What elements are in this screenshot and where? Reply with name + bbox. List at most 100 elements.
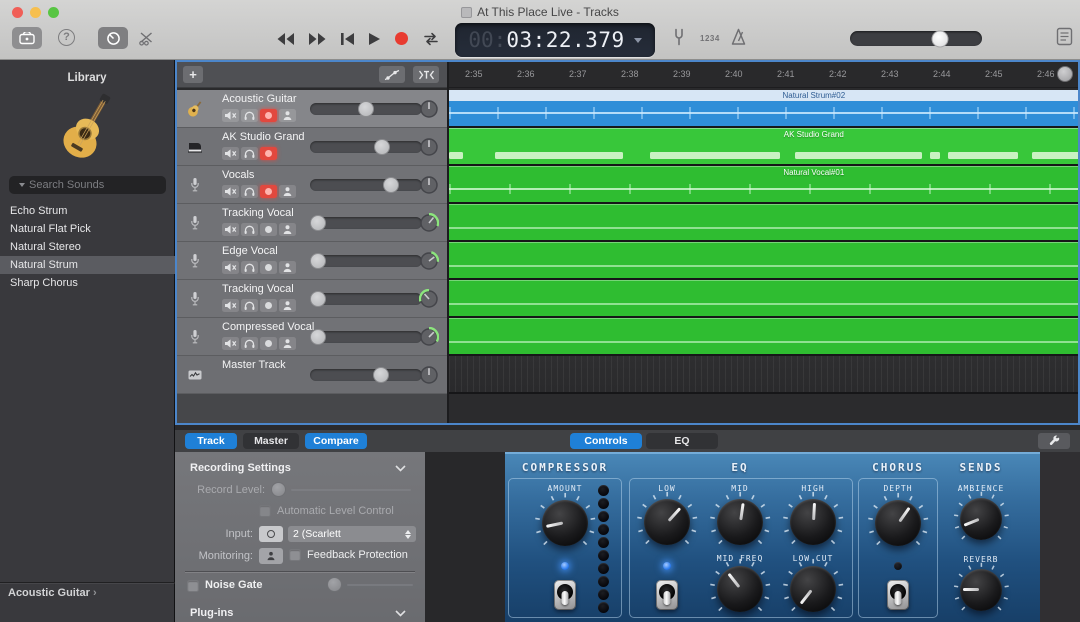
volume-slider[interactable] — [310, 179, 422, 191]
search-sounds-field[interactable] — [9, 176, 166, 194]
input-monitoring-button[interactable] — [279, 223, 296, 236]
lcd-chevron-down-icon[interactable] — [634, 38, 642, 43]
volume-slider[interactable] — [310, 217, 422, 229]
library-item[interactable]: Sharp Chorus — [0, 274, 175, 292]
library-item-selected[interactable]: Natural Strum — [0, 256, 175, 274]
region-natural-strum[interactable]: Natural Strum#02 — [447, 90, 1078, 128]
region-natural-vocal[interactable]: Natural Vocal#01 — [447, 166, 1078, 204]
ambience-knob[interactable] — [960, 498, 1002, 540]
volume-thumb[interactable] — [310, 253, 326, 269]
track-header-acoustic-guitar[interactable]: Acoustic Guitar — [177, 90, 447, 128]
track-header-edge-vocal[interactable]: Edge Vocal — [177, 242, 447, 280]
quick-help-button[interactable]: ? — [58, 29, 75, 46]
tab-compare[interactable]: Compare — [305, 433, 367, 449]
track-list-empty-area[interactable] — [177, 394, 447, 423]
record-enable-button[interactable] — [260, 261, 277, 274]
volume-thumb[interactable] — [310, 329, 326, 345]
noise-gate-track[interactable] — [347, 584, 413, 586]
master-volume-thumb[interactable] — [931, 30, 948, 47]
record-button[interactable] — [394, 31, 409, 46]
pan-knob[interactable] — [419, 251, 439, 271]
pan-knob[interactable] — [419, 365, 439, 385]
timeline-ruler[interactable]: 2:35 2:36 2:37 2:38 2:39 2:40 2:41 2:42 … — [449, 62, 1078, 88]
pan-knob[interactable] — [419, 327, 439, 347]
pan-knob[interactable] — [419, 289, 439, 309]
input-monitoring-button[interactable] — [279, 337, 296, 350]
record-level-knob[interactable] — [271, 482, 286, 497]
library-item[interactable]: Echo Strum — [0, 202, 175, 220]
input-monitoring-button[interactable] — [279, 261, 296, 274]
input-monitoring-button[interactable] — [279, 185, 296, 198]
low-cut-knob[interactable] — [790, 566, 836, 612]
automation-button[interactable] — [379, 66, 405, 83]
master-track-lane[interactable] — [447, 356, 1078, 394]
track-header-compressed-vocal[interactable]: Compressed Vocal — [177, 318, 447, 356]
input-monitoring-button[interactable] — [279, 109, 296, 122]
solo-button[interactable] — [241, 185, 258, 198]
search-scope-chevron-icon[interactable] — [19, 183, 25, 187]
mute-button[interactable] — [222, 223, 239, 236]
smart-controls-button[interactable] — [98, 27, 128, 49]
pan-knob[interactable] — [419, 175, 439, 195]
editor-scissors-button[interactable] — [139, 31, 154, 46]
volume-thumb[interactable] — [358, 101, 374, 117]
volume-slider[interactable] — [310, 103, 422, 115]
mute-button[interactable] — [222, 109, 239, 122]
lcd-display[interactable]: 00: 03:22.379 — [455, 23, 655, 57]
chevron-down-icon[interactable] — [395, 465, 406, 472]
catch-playhead-button[interactable] — [413, 66, 439, 83]
track-header-vocals[interactable]: Vocals — [177, 166, 447, 204]
solo-button[interactable] — [241, 223, 258, 236]
region-edge-vocal[interactable] — [447, 242, 1078, 280]
eq-toggle-switch[interactable] — [656, 580, 678, 610]
record-enable-button[interactable] — [260, 337, 277, 350]
play-button[interactable] — [368, 32, 381, 46]
patch-breadcrumb[interactable]: Acoustic Guitar › — [8, 587, 97, 599]
record-enable-button[interactable] — [260, 223, 277, 236]
compressor-toggle-switch[interactable] — [554, 580, 576, 610]
count-in-button[interactable]: 1234 — [700, 34, 720, 43]
pan-knob[interactable] — [419, 213, 439, 233]
library-toggle-button[interactable] — [12, 27, 42, 49]
input-format-button[interactable] — [259, 526, 283, 542]
noise-gate-checkbox[interactable] — [187, 580, 199, 592]
volume-thumb[interactable] — [373, 367, 389, 383]
track-header-ak-studio-grand[interactable]: AK Studio Grand — [177, 128, 447, 166]
region-tracking-vocal-2[interactable] — [447, 280, 1078, 318]
solo-button[interactable] — [241, 261, 258, 274]
tab-controls[interactable]: Controls — [570, 433, 642, 449]
chevron-down-icon[interactable] — [395, 610, 406, 617]
record-enable-button[interactable] — [260, 185, 277, 198]
feedback-protection-checkbox[interactable] — [289, 549, 301, 561]
amount-knob[interactable] — [542, 500, 588, 546]
search-input[interactable] — [29, 179, 171, 191]
mute-button[interactable] — [222, 337, 239, 350]
track-header-tracking-vocal-2[interactable]: Tracking Vocal — [177, 280, 447, 318]
record-enable-button[interactable] — [260, 109, 277, 122]
region-compressed-vocal[interactable] — [447, 318, 1078, 356]
input-source-dropdown[interactable]: 2 (Scarlett — [288, 526, 416, 542]
library-item[interactable]: Natural Flat Pick — [0, 220, 175, 238]
tuner-fork-button[interactable] — [672, 28, 686, 46]
volume-slider[interactable] — [310, 293, 422, 305]
recording-settings-header[interactable]: Recording Settings — [190, 462, 291, 474]
solo-button[interactable] — [241, 299, 258, 312]
track-header-tracking-vocal[interactable]: Tracking Vocal — [177, 204, 447, 242]
volume-thumb[interactable] — [310, 215, 326, 231]
master-volume-slider[interactable] — [850, 31, 982, 46]
tab-eq[interactable]: EQ — [646, 433, 718, 449]
mute-button[interactable] — [222, 261, 239, 274]
volume-thumb[interactable] — [310, 291, 326, 307]
plugins-header[interactable]: Plug-ins — [190, 607, 233, 619]
tab-master[interactable]: Master — [243, 433, 299, 449]
high-knob[interactable] — [790, 499, 836, 545]
record-level-track[interactable] — [291, 489, 411, 491]
mute-button[interactable] — [222, 299, 239, 312]
solo-button[interactable] — [241, 147, 258, 160]
tab-track[interactable]: Track — [185, 433, 237, 449]
monitoring-button[interactable] — [259, 548, 283, 564]
low-knob[interactable] — [644, 499, 690, 545]
volume-thumb[interactable] — [374, 139, 390, 155]
pan-knob[interactable] — [419, 99, 439, 119]
auto-level-checkbox[interactable] — [259, 505, 271, 517]
